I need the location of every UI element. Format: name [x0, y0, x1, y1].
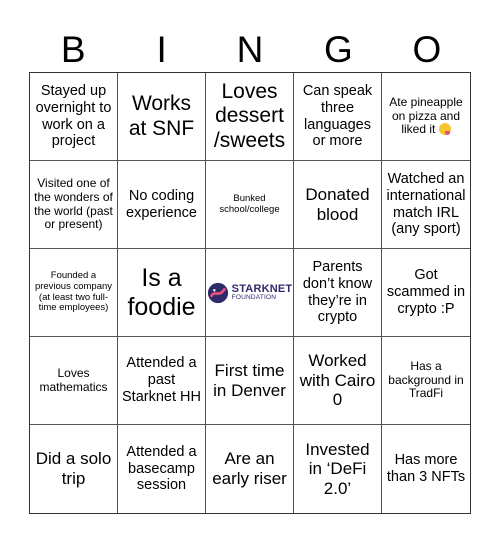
bingo-cell[interactable]: Loves dessert /sweets: [206, 73, 294, 161]
cell-text: Works at SNF: [128, 92, 195, 140]
bingo-cell[interactable]: Works at SNF: [118, 73, 206, 161]
cell-text: Stayed up overnight to work on a project: [35, 83, 112, 150]
cell-text: Got scammed in crypto :P: [386, 267, 466, 317]
bingo-cell[interactable]: Bunked school/college: [206, 161, 294, 249]
header-letter-o: O: [412, 29, 442, 70]
bingo-cell[interactable]: Is a foodie: [118, 249, 206, 337]
bingo-cell-free-center[interactable]: STARKNET FOUNDATION: [206, 249, 294, 337]
header-letter-n: N: [236, 29, 264, 70]
cell-text: Has a background in TradFi: [388, 358, 464, 401]
bingo-cell[interactable]: Worked with Cairo 0: [294, 337, 382, 425]
cell-text: Loves dessert /sweets: [213, 80, 286, 152]
face-savoring-food-icon: [438, 123, 451, 136]
bingo-cell[interactable]: Invested in ‘DeFi 2.0’: [294, 425, 382, 513]
header-letter-i: I: [156, 29, 167, 70]
bingo-cell[interactable]: No coding experience: [118, 161, 206, 249]
cell-text: Has more than 3 NFTs: [386, 452, 466, 485]
cell-text: Watched an international match IRL (any …: [386, 171, 466, 238]
bingo-cell[interactable]: Visited one of the wonders of the world …: [30, 161, 118, 249]
cell-text: Visited one of the wonders of the world …: [34, 175, 113, 232]
bingo-cell[interactable]: Has a background in TradFi: [382, 337, 470, 425]
cell-text: Parents don’t know they’re in crypto: [302, 259, 373, 326]
bingo-cell[interactable]: Watched an international match IRL (any …: [382, 161, 470, 249]
bingo-cell[interactable]: Did a solo trip: [30, 425, 118, 513]
cell-text: Did a solo trip: [35, 449, 112, 488]
bingo-cell[interactable]: Are an early riser: [206, 425, 294, 513]
cell-text: First time in Denver: [213, 360, 286, 400]
cell-text: Founded a previous company (at least two…: [34, 269, 113, 314]
cell-text: Is a foodie: [127, 263, 196, 321]
bingo-cell[interactable]: Founded a previous company (at least two…: [30, 249, 118, 337]
bingo-cell[interactable]: Stayed up overnight to work on a project: [30, 73, 118, 161]
cell-text: Ate pineapple on pizza and liked it: [389, 94, 463, 137]
bingo-cell[interactable]: Has more than 3 NFTs: [382, 425, 470, 513]
cell-text: Are an early riser: [212, 449, 287, 488]
cell-text: Donated blood: [305, 184, 370, 224]
starknet-logo-icon: [207, 282, 228, 303]
bingo-cell[interactable]: First time in Denver: [206, 337, 294, 425]
bingo-cell[interactable]: Donated blood: [294, 161, 382, 249]
cell-text: Bunked school/college: [219, 192, 280, 215]
bingo-cell[interactable]: Attended a basecamp session: [118, 425, 206, 513]
bingo-header: B I N G O: [29, 28, 471, 72]
starknet-foundation-logo: STARKNET FOUNDATION: [207, 282, 293, 304]
cell-text: Invested in ‘DeFi 2.0’: [305, 439, 370, 498]
logo-text-foundation: FOUNDATION: [231, 293, 277, 301]
header-letter-b: B: [60, 29, 86, 70]
cell-text: Can speak three languages or more: [302, 83, 373, 150]
bingo-cell[interactable]: Got scammed in crypto :P: [382, 249, 470, 337]
bingo-cell[interactable]: Can speak three languages or more: [294, 73, 382, 161]
bingo-cell[interactable]: Loves mathematics: [30, 337, 118, 425]
bingo-cell[interactable]: Attended a past Starknet HH: [118, 337, 206, 425]
cell-text: Loves mathematics: [39, 365, 108, 394]
cell-text: No coding experience: [126, 187, 197, 221]
cell-text: Worked with Cairo 0: [299, 351, 376, 410]
cell-text: Attended a past Starknet HH: [122, 355, 201, 405]
header-letter-g: G: [324, 29, 353, 70]
bingo-grid: Stayed up overnight to work on a project…: [29, 72, 471, 514]
cell-text: Attended a basecamp session: [126, 443, 197, 494]
bingo-cell[interactable]: Ate pineapple on pizza and liked it: [382, 73, 470, 161]
bingo-cell[interactable]: Parents don’t know they’re in crypto: [294, 249, 382, 337]
